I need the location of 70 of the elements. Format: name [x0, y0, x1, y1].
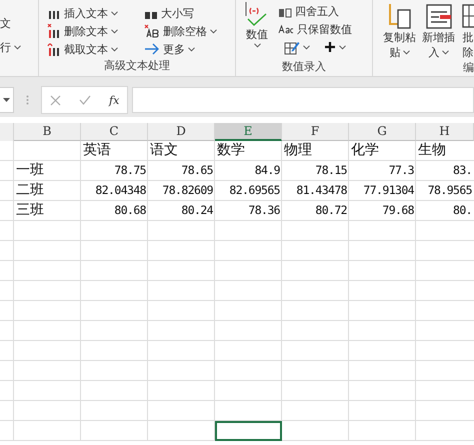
- ribbon-button[interactable]: 新增插 入: [420, 4, 457, 60]
- table-edit-icon: [284, 40, 300, 54]
- caret-icon: [442, 50, 448, 55]
- table-cell-text: 78.36: [247, 202, 281, 219]
- plus-icon: [324, 41, 336, 53]
- value-button[interactable]: 数值: [242, 2, 272, 56]
- table-cell-text: 语文: [149, 141, 179, 160]
- group-label: 编: [463, 60, 474, 75]
- table-cell-text: 一班: [15, 161, 45, 180]
- table-cell-text: 80.72: [314, 202, 348, 219]
- ribbon-button[interactable]: 文: [0, 14, 38, 32]
- table-cell-text: 77.3: [388, 162, 415, 179]
- ribbon-button[interactable]: 复制粘 贴: [381, 4, 418, 60]
- drag-handle-icon: [26, 95, 29, 105]
- table-cell-text: 81.43478: [295, 182, 348, 199]
- table-cell-text: 78.75: [113, 162, 147, 179]
- table-cell-text: 化学: [350, 141, 380, 160]
- table-cell-text: 物理: [283, 141, 313, 160]
- group-label: 高级文本处理: [104, 58, 170, 73]
- table-cell-text: 79.68: [381, 202, 415, 219]
- caret-icon: [188, 46, 195, 52]
- table-cell-text: 三班: [15, 201, 45, 220]
- ribbon-button[interactable]: 行: [0, 38, 38, 56]
- ribbon-button[interactable]: 四舍五入: [276, 2, 354, 20]
- table-cell-text: 英语: [82, 141, 112, 160]
- caret-icon: [111, 10, 118, 16]
- table-cell-text: 生物: [417, 141, 447, 160]
- name-box-dropdown[interactable]: [0, 87, 14, 113]
- table-cell-text: 二班: [15, 181, 45, 200]
- ribbon-button[interactable]: 大小写: [142, 4, 235, 22]
- table-cell-text: 78.82609: [161, 182, 214, 199]
- formula-input[interactable]: [132, 87, 474, 113]
- table-cell-text: 80.68: [113, 202, 147, 219]
- ribbon-button[interactable]: 只保留数值: [276, 20, 354, 38]
- caret-icon: [111, 28, 118, 34]
- table-cell-text: 77.91304: [362, 182, 415, 199]
- extract-text-icon: [47, 42, 61, 56]
- caret-icon: [402, 50, 410, 55]
- ribbon-button[interactable]: 插入文本: [45, 4, 136, 22]
- delete-space-icon: [144, 24, 160, 38]
- caret-icon: [254, 43, 260, 48]
- ribbon-button[interactable]: 更多: [142, 40, 235, 58]
- table-cell-text: 82.69565: [228, 182, 281, 199]
- caret-icon: [303, 44, 310, 50]
- caret-icon: [210, 28, 217, 34]
- table-cell-text: 80.24: [180, 202, 214, 219]
- selected-cell[interactable]: [215, 421, 282, 441]
- caret-icon: [3, 98, 10, 102]
- table-cell-text: 78.9565: [426, 182, 473, 199]
- ribbon-button[interactable]: 删除空格: [142, 22, 235, 40]
- table-cell-text: 83.: [452, 162, 473, 179]
- table-cell-text: 数学: [216, 141, 246, 160]
- ribbon-button[interactable]: 删除文本: [45, 22, 136, 40]
- abc-icon: [278, 24, 294, 34]
- arrow-right-icon: [144, 42, 160, 56]
- table-cell-text: 82.04348: [94, 182, 147, 199]
- insert-function-button[interactable]: fx: [109, 94, 120, 106]
- table-cell-text: 78.65: [180, 162, 214, 179]
- table-cell-text: 84.9: [254, 162, 281, 179]
- document-lines-icon: [424, 4, 452, 30]
- table-cell-text: 80.: [452, 202, 473, 219]
- caret-icon: [14, 44, 21, 50]
- group-label: 数值录入: [282, 59, 326, 74]
- caret-icon: [339, 44, 346, 50]
- column-header[interactable]: E: [215, 123, 282, 141]
- ribbon-button[interactable]: 截取文本: [45, 40, 136, 58]
- caret-icon: [111, 46, 118, 52]
- ribbon-button[interactable]: 批 除: [459, 4, 474, 60]
- table-cell-text: 78.15: [314, 162, 348, 179]
- delete-text-icon: [47, 24, 61, 38]
